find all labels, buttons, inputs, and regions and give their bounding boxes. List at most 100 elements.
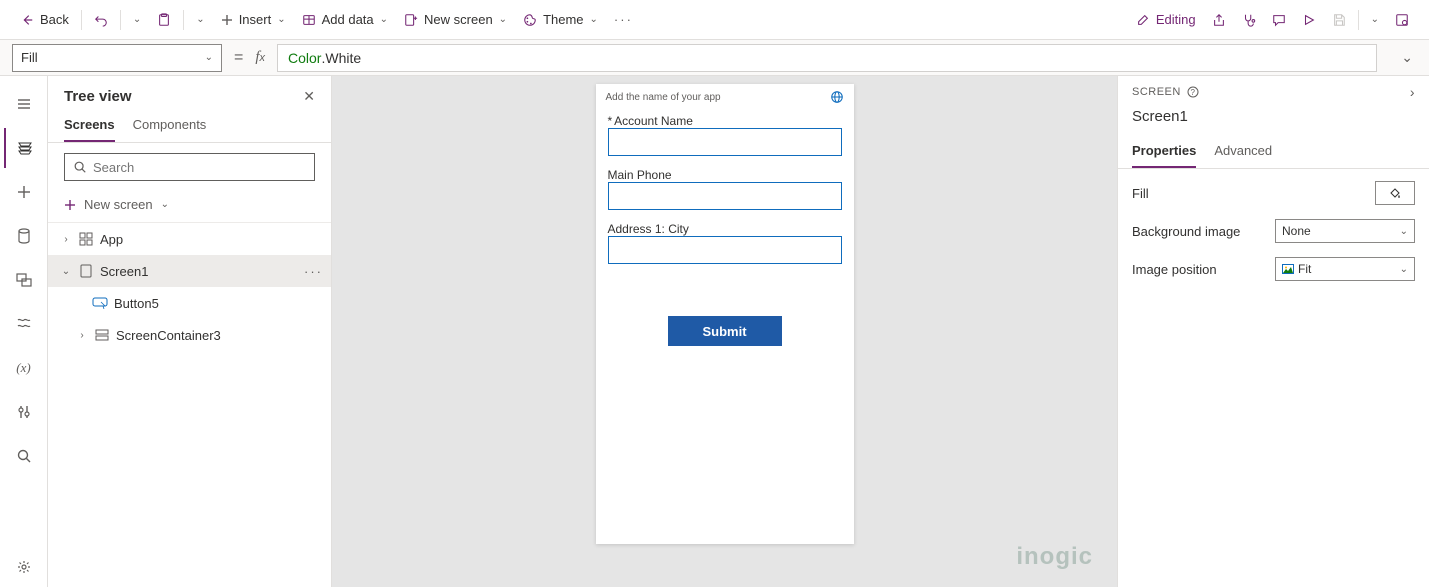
expand-formula-button[interactable]: ⌄ xyxy=(1397,49,1417,66)
data-icon xyxy=(302,13,316,27)
chevron-down-icon: ⌄ xyxy=(499,14,507,25)
expand-icon[interactable]: › xyxy=(60,234,72,245)
tree-item-button5[interactable]: Button5 xyxy=(48,287,331,319)
tree-item-screencontainer3[interactable]: › ScreenContainer3 xyxy=(48,319,331,351)
tab-properties[interactable]: Properties xyxy=(1132,135,1196,168)
play-icon xyxy=(1302,13,1316,27)
panel-header-label: SCREEN xyxy=(1132,86,1181,98)
button-icon xyxy=(92,297,108,309)
close-panel-button[interactable]: ✕ xyxy=(303,88,315,105)
new-screen-row[interactable]: New screen ⌄ xyxy=(48,191,331,223)
tree-item-label: App xyxy=(100,232,123,247)
prop-row-fill: Fill xyxy=(1132,181,1415,205)
rail-insert[interactable] xyxy=(4,172,44,212)
expand-icon[interactable]: › xyxy=(76,330,88,341)
paste-button[interactable] xyxy=(149,0,179,40)
back-label: Back xyxy=(40,12,69,27)
panel-chevron[interactable]: › xyxy=(1410,84,1415,100)
tree-item-more[interactable]: ··· xyxy=(304,264,323,279)
publish-button[interactable] xyxy=(1387,0,1417,40)
paste-dropdown[interactable]: ⌄ xyxy=(188,0,212,40)
rail-media[interactable] xyxy=(4,260,44,300)
preview-button[interactable] xyxy=(1294,0,1324,40)
tab-advanced[interactable]: Advanced xyxy=(1214,135,1272,168)
checker-button[interactable] xyxy=(1234,0,1264,40)
rail-tree-view[interactable] xyxy=(4,128,44,168)
account-name-input[interactable] xyxy=(608,128,842,156)
stethoscope-icon xyxy=(1242,13,1256,27)
submit-label: Submit xyxy=(702,324,746,339)
bg-image-value: None xyxy=(1282,224,1311,238)
tab-screens[interactable]: Screens xyxy=(64,109,115,142)
add-data-button[interactable]: Add data ⌄ xyxy=(294,0,396,40)
rail-hamburger[interactable] xyxy=(4,84,44,124)
rail-search[interactable] xyxy=(4,436,44,476)
left-rail: (x) xyxy=(0,76,48,587)
share-button[interactable] xyxy=(1204,0,1234,40)
chevron-down-icon: ⌄ xyxy=(1400,226,1408,237)
divider xyxy=(81,10,82,30)
save-dropdown[interactable]: ⌄ xyxy=(1363,0,1387,40)
prop-row-bg-image: Background image None ⌄ xyxy=(1132,219,1415,243)
undo-dropdown[interactable]: ⌄ xyxy=(125,0,149,40)
rail-automate[interactable] xyxy=(4,304,44,344)
paint-bucket-icon xyxy=(1388,186,1402,200)
prop-label: Image position xyxy=(1132,262,1217,277)
property-selector[interactable]: Fill ⌄ xyxy=(12,44,222,72)
canvas[interactable]: Add the name of your app *Account Name M… xyxy=(332,76,1117,587)
tree-view-panel: Tree view ✕ Screens Components New scree… xyxy=(48,76,332,587)
tree-item-label: Button5 xyxy=(114,296,159,311)
help-icon[interactable]: ? xyxy=(1187,86,1199,98)
tree-item-app[interactable]: › App xyxy=(48,223,331,255)
form: *Account Name Main Phone Address 1: City… xyxy=(596,110,854,350)
comments-button[interactable] xyxy=(1264,0,1294,40)
app-icon xyxy=(78,232,94,246)
variable-icon: (x) xyxy=(16,360,30,376)
field-label: Main Phone xyxy=(608,168,672,182)
editing-button[interactable]: Editing xyxy=(1128,0,1204,40)
tree-item-label: Screen1 xyxy=(100,264,148,279)
globe-icon[interactable] xyxy=(830,90,844,104)
chevron-down-icon: ⌄ xyxy=(161,199,169,210)
watermark: inogic xyxy=(1016,543,1093,571)
back-button[interactable]: Back xyxy=(12,0,77,40)
formula-input[interactable]: Color.White xyxy=(277,44,1377,72)
submit-button[interactable]: Submit xyxy=(668,316,782,346)
panel-title: Screen1 xyxy=(1118,108,1429,135)
new-screen-button[interactable]: New screen ⌄ xyxy=(396,0,515,40)
rail-data[interactable] xyxy=(4,216,44,256)
city-input[interactable] xyxy=(608,236,842,264)
fx-icon[interactable]: fx xyxy=(255,49,265,66)
tree-search-input[interactable] xyxy=(93,160,306,175)
chat-icon xyxy=(1272,13,1286,27)
field-label: Address 1: City xyxy=(608,222,689,236)
main-phone-input[interactable] xyxy=(608,182,842,210)
fill-color-picker[interactable] xyxy=(1375,181,1415,205)
save-button[interactable] xyxy=(1324,0,1354,40)
theme-label: Theme xyxy=(543,12,583,27)
field-city: Address 1: City xyxy=(608,222,842,264)
formula-bar: Fill ⌄ = fx Color.White ⌄ xyxy=(0,40,1429,76)
chevron-down-icon: ⌄ xyxy=(590,14,598,25)
tree-item-screen1[interactable]: ⌄ Screen1 ··· xyxy=(48,255,331,287)
img-position-select[interactable]: Fit ⌄ xyxy=(1275,257,1415,281)
new-screen-label: New screen xyxy=(424,12,493,27)
bg-image-select[interactable]: None ⌄ xyxy=(1275,219,1415,243)
undo-icon xyxy=(94,13,108,27)
insert-button[interactable]: Insert ⌄ xyxy=(213,0,294,40)
clipboard-icon xyxy=(157,13,171,27)
image-icon xyxy=(1282,264,1294,274)
add-data-label: Add data xyxy=(322,12,374,27)
more-button[interactable]: ··· xyxy=(606,0,641,40)
tab-components[interactable]: Components xyxy=(133,109,207,142)
equals-sign: = xyxy=(234,49,243,67)
rail-settings[interactable] xyxy=(4,547,44,587)
tree-search[interactable] xyxy=(64,153,315,181)
rail-tools[interactable] xyxy=(4,392,44,432)
field-account-name: *Account Name xyxy=(608,114,842,156)
theme-button[interactable]: Theme ⌄ xyxy=(515,0,606,40)
app-header: Add the name of your app xyxy=(596,84,854,110)
undo-button[interactable] xyxy=(86,0,116,40)
rail-variables[interactable]: (x) xyxy=(4,348,44,388)
collapse-icon[interactable]: ⌄ xyxy=(60,266,72,277)
